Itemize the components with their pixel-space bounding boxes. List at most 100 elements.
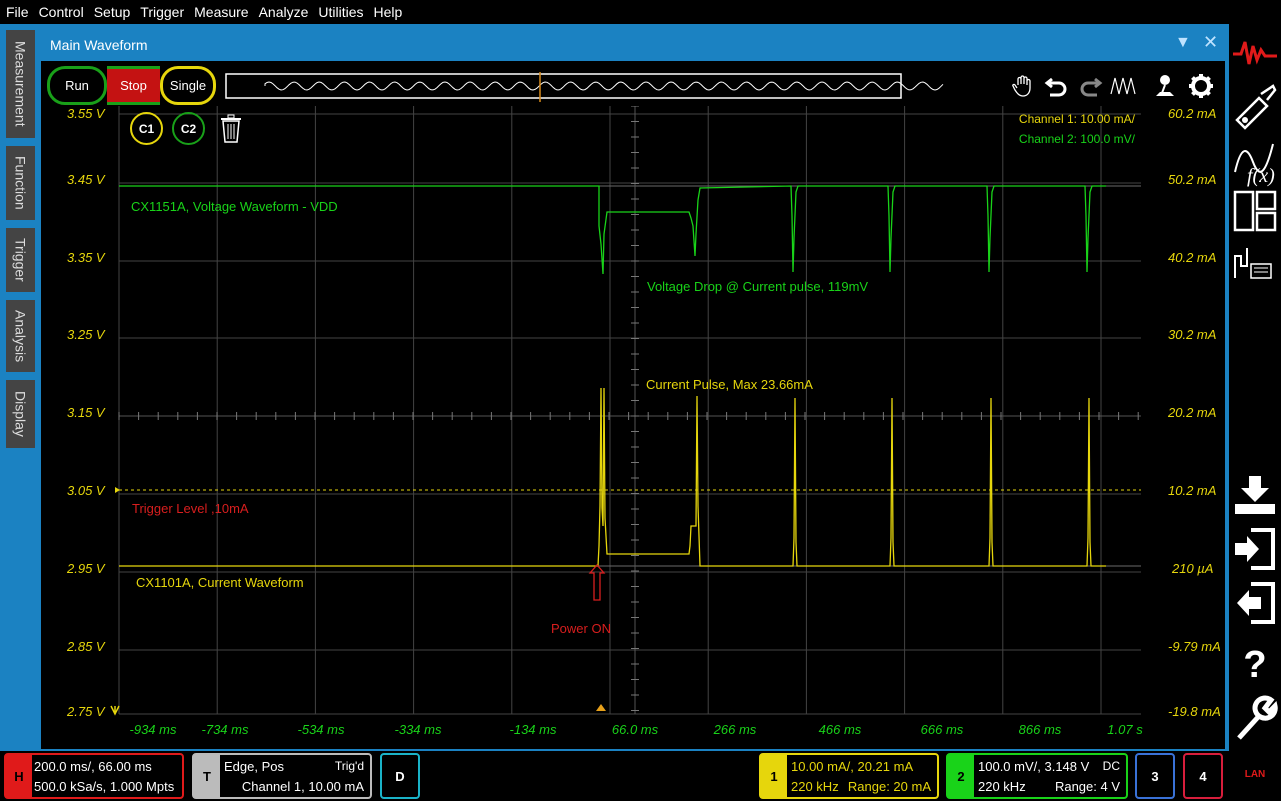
side-tab-label: Function bbox=[12, 156, 29, 210]
left-axis-label: 3.25 V bbox=[67, 327, 105, 342]
run-button[interactable]: Run bbox=[47, 66, 107, 105]
trigger-tag: T bbox=[194, 755, 220, 797]
side-tab-analysis[interactable]: Analysis bbox=[6, 300, 35, 372]
channel-1-tag: 1 bbox=[761, 755, 787, 797]
hand-pan-icon[interactable] bbox=[1011, 74, 1035, 98]
menu-file[interactable]: File bbox=[6, 4, 29, 20]
marker-c1-button[interactable]: C1 bbox=[130, 112, 163, 145]
right-axis-label: 50.2 mA bbox=[1168, 172, 1217, 187]
channel-1-settings-panel[interactable]: 1 10.00 mA/, 20.21 mA 220 kHz Range: 20 … bbox=[759, 753, 939, 799]
trigger-type: Edge, Pos bbox=[224, 759, 284, 774]
status-bar: H 200.0 ms/, 66.00 ms 500.0 kSa/s, 1.000… bbox=[0, 751, 1229, 801]
waveform-overview[interactable] bbox=[225, 72, 945, 102]
trigger-settings-panel[interactable]: T Edge, Pos Trig'd Channel 1, 10.00 mA bbox=[192, 753, 372, 799]
right-axis-label: 20.2 mA bbox=[1168, 405, 1217, 420]
window-title-bar: Main Waveform ▼ ✕ bbox=[41, 28, 1225, 61]
save-download-icon[interactable] bbox=[1229, 472, 1281, 518]
menu-setup[interactable]: Setup bbox=[94, 4, 131, 20]
horizontal-sample-rate: 500.0 kSa/s, 1.000 Mpts bbox=[34, 779, 175, 794]
control-bar: Run Stop Single bbox=[41, 62, 1225, 106]
window-title-tab[interactable]: Main Waveform bbox=[41, 30, 159, 61]
layout-icon[interactable] bbox=[1229, 188, 1281, 234]
right-axis-label: 10.2 mA bbox=[1168, 483, 1217, 498]
channel-2-scale-info: Channel 2: 100.0 mV/ bbox=[1018, 132, 1135, 146]
x-axis-label: 666 ms bbox=[920, 722, 964, 737]
trash-icon[interactable] bbox=[219, 114, 243, 144]
left-axis-label: 2.75 V bbox=[67, 704, 105, 719]
stop-button[interactable]: Stop bbox=[107, 66, 160, 105]
voltage-drop-annotation: Voltage Drop @ Current pulse, 119mV bbox=[647, 279, 869, 294]
channel-3-button[interactable]: 3 bbox=[1135, 753, 1175, 799]
side-tab-measurement[interactable]: Measurement bbox=[6, 30, 35, 138]
channel-2-settings-panel[interactable]: 2 100.0 mV/, 3.148 V DC 220 kHz Range: 4… bbox=[946, 753, 1128, 799]
power-on-arrow-icon bbox=[588, 564, 606, 601]
lan-status: LAN bbox=[1244, 768, 1266, 780]
channel-2-coupling: DC bbox=[1102, 759, 1120, 773]
export-icon[interactable] bbox=[1229, 580, 1281, 626]
channel-4-button[interactable]: 4 bbox=[1183, 753, 1223, 799]
channel-2-bandwidth: 220 kHz bbox=[978, 779, 1026, 794]
left-axis-label: 3.35 V bbox=[67, 250, 105, 265]
digital-bus-icon[interactable] bbox=[1229, 242, 1281, 288]
menu-control[interactable]: Control bbox=[39, 4, 84, 20]
side-tab-label: Display bbox=[12, 391, 29, 437]
side-tab-label: Analysis bbox=[12, 309, 29, 363]
joystick-icon[interactable] bbox=[1153, 72, 1177, 100]
chevron-down-icon[interactable]: ▼ bbox=[1175, 34, 1191, 52]
channel-2-scale: 100.0 mV/, 3.148 V bbox=[978, 759, 1090, 774]
channel-1-range: Range: 20 mA bbox=[847, 779, 931, 794]
x-axis-label: -334 ms bbox=[394, 722, 442, 737]
left-axis-label: 3.05 V bbox=[67, 483, 105, 498]
ground-marker-icon bbox=[110, 705, 120, 716]
waveform-plot[interactable]: C1 C2 Channel 1: 10.00 mA/ Channel 2: 10… bbox=[41, 106, 1225, 737]
x-axis-label: -534 ms bbox=[297, 722, 345, 737]
digital-channels-button[interactable]: D bbox=[380, 753, 420, 799]
left-axis-label: 2.85 V bbox=[67, 639, 105, 654]
horizontal-settings-panel[interactable]: H 200.0 ms/, 66.00 ms 500.0 kSa/s, 1.000… bbox=[4, 753, 184, 799]
x-axis-label: 466 ms bbox=[818, 722, 862, 737]
side-tab-display[interactable]: Display bbox=[6, 380, 35, 448]
single-button[interactable]: Single bbox=[160, 66, 216, 105]
channel-2-tag: 2 bbox=[948, 755, 974, 797]
x-axis-label: 1.07 s bbox=[1107, 722, 1143, 737]
probe-icon[interactable] bbox=[1229, 80, 1281, 132]
channel-1-scale: 10.00 mA/, 20.21 mA bbox=[791, 759, 914, 774]
x-axis-label: -934 ms bbox=[129, 722, 177, 737]
right-axis-label: 40.2 mA bbox=[1168, 250, 1217, 265]
close-icon[interactable]: ✕ bbox=[1203, 32, 1218, 53]
x-axis-label: -734 ms bbox=[201, 722, 249, 737]
menu-measure[interactable]: Measure bbox=[194, 4, 248, 20]
redo-icon[interactable] bbox=[1077, 74, 1103, 98]
channel-1-current-trace bbox=[119, 387, 1106, 567]
trigger-position-marker[interactable] bbox=[596, 704, 606, 711]
trigger-source: Channel 1, 10.00 mA bbox=[241, 779, 364, 794]
side-tab-label: Trigger bbox=[12, 238, 29, 282]
menu-trigger[interactable]: Trigger bbox=[140, 4, 184, 20]
help-icon[interactable]: ? bbox=[1229, 642, 1281, 688]
left-axis-label: 3.45 V bbox=[67, 172, 105, 187]
menu-analyze[interactable]: Analyze bbox=[259, 4, 309, 20]
horizontal-timebase: 200.0 ms/, 66.00 ms bbox=[34, 759, 152, 774]
function-icon[interactable]: f(x) bbox=[1229, 136, 1281, 188]
import-icon[interactable] bbox=[1229, 526, 1281, 572]
menu-help[interactable]: Help bbox=[374, 4, 403, 20]
current-pulse-annotation: Current Pulse, Max 23.66mA bbox=[646, 377, 813, 392]
channel-1-bandwidth: 220 kHz bbox=[791, 779, 839, 794]
side-tab-label: Measurement bbox=[12, 41, 29, 127]
waveform-style-icon[interactable] bbox=[1109, 74, 1137, 98]
side-tab-function[interactable]: Function bbox=[6, 146, 35, 220]
channel-2-range: Range: 4 V bbox=[1054, 779, 1120, 794]
x-axis-label: 266 ms bbox=[713, 722, 757, 737]
gear-icon[interactable] bbox=[1188, 73, 1214, 99]
wrench-icon[interactable] bbox=[1229, 694, 1281, 744]
marker-c2-button[interactable]: C2 bbox=[172, 112, 205, 145]
right-axis-label: 30.2 mA bbox=[1168, 327, 1217, 342]
trigger-level-annotation: Trigger Level ,10mA bbox=[132, 501, 249, 516]
menu-utilities[interactable]: Utilities bbox=[318, 4, 363, 20]
left-axis-label: 2.95 V bbox=[67, 561, 105, 576]
left-axis-label: 3.15 V bbox=[67, 405, 105, 420]
power-on-annotation: Power ON bbox=[551, 621, 611, 636]
trigger-status: Trig'd bbox=[334, 759, 364, 773]
side-tab-trigger[interactable]: Trigger bbox=[6, 228, 35, 292]
undo-icon[interactable] bbox=[1044, 74, 1070, 98]
